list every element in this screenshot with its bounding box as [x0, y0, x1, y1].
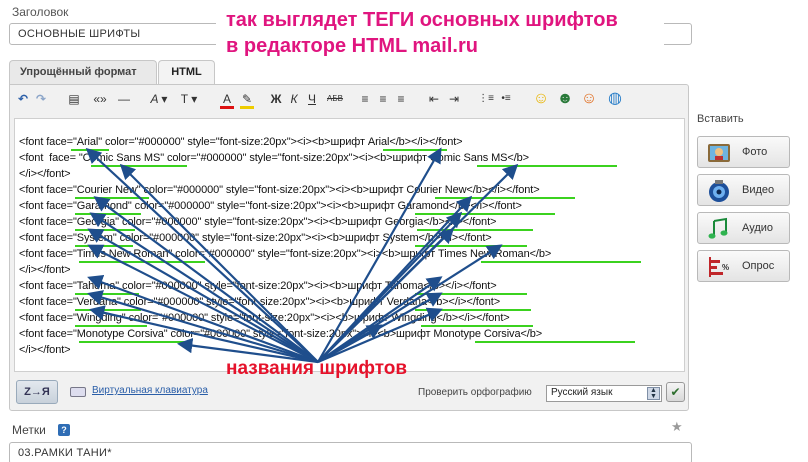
align-left-icon[interactable]: ≡	[358, 89, 372, 109]
transliterate-button[interactable]: Z→Я	[16, 380, 58, 404]
language-value: Русский язык	[551, 387, 613, 398]
code-line: <font face="Verdana" color="#000000" sty…	[19, 296, 501, 308]
align-right-icon[interactable]: ≡	[394, 89, 408, 109]
spellcheck-language-select[interactable]: Русский язык ▲ ▼	[546, 385, 662, 402]
font-name-underline	[75, 229, 135, 231]
poll-icon: %	[709, 257, 729, 277]
outdent-icon[interactable]: ⇤	[426, 89, 442, 109]
insert-audio-button[interactable]: Аудио	[697, 212, 790, 244]
font-name-underline	[91, 165, 187, 167]
font-names-caption: названия шрифтов	[226, 358, 408, 379]
code-line: </i></font>	[19, 264, 71, 276]
font-name-underline	[75, 325, 147, 327]
italic-icon[interactable]: К	[288, 89, 300, 109]
font-size-icon[interactable]: T ▾	[176, 89, 202, 109]
photo-icon	[708, 144, 730, 162]
font-name-underline	[435, 197, 575, 199]
font-name-underline	[415, 309, 531, 311]
font-name-underline	[417, 229, 533, 231]
code-line: <font face="Arial" color="#000000" style…	[19, 136, 463, 148]
code-line: </i></font>	[19, 168, 71, 180]
audio-icon	[708, 217, 728, 239]
code-line: <font face="Garamond" color="#000000" st…	[19, 200, 522, 212]
align-center-icon[interactable]: ≡	[376, 89, 390, 109]
font-name-underline	[79, 341, 191, 343]
photo-label: Фото	[742, 146, 768, 158]
numbered-list-icon[interactable]: ⋮≡	[478, 89, 494, 109]
editor-bottom-bar: Z→Я Виртуальная клавиатура Проверить орф…	[14, 379, 685, 405]
quote-icon[interactable]: «»	[90, 89, 110, 109]
code-line: <font face="Monotype Corsiva" color="#00…	[19, 328, 543, 340]
virtual-keyboard-link[interactable]: Виртуальная клавиатура	[92, 385, 208, 396]
smiley-icon[interactable]: ☺	[532, 89, 550, 109]
font-name-underline	[75, 245, 133, 247]
poll-label: Опрос	[742, 260, 775, 272]
font-name-underline	[415, 245, 527, 247]
spellcheck-label: Проверить орфографию	[418, 387, 532, 398]
font-name-underline	[477, 165, 617, 167]
audio-label: Аудио	[742, 222, 774, 234]
help-icon[interactable]: ?	[58, 424, 70, 436]
font-name-underline	[475, 341, 635, 343]
code-line: <font face= "Comic Sans MS" color="#0000…	[19, 152, 530, 164]
horizontal-rule-icon[interactable]: —	[116, 89, 132, 109]
insert-poll-button[interactable]: % Опрос	[697, 250, 790, 282]
code-line: <font face="Tahoma" color="#000000" styl…	[19, 280, 497, 292]
insert-photo-button[interactable]: Фото	[697, 136, 790, 168]
code-line: <font face="Times New Roman" color="#000…	[19, 248, 552, 260]
font-name-underline	[71, 149, 109, 151]
star-icon[interactable]: ★	[671, 419, 683, 435]
tags-label: Метки	[12, 423, 46, 437]
font-name-underline	[75, 309, 141, 311]
code-line: <font face="Wingding" color="#000000" st…	[19, 312, 510, 324]
html-code-textarea[interactable]: <font face="Arial" color="#000000" style…	[14, 118, 685, 372]
code-line: <font face="System" color="#000000" styl…	[19, 232, 492, 244]
annotation-line-2: в редакторе HTML mail.ru	[226, 35, 478, 57]
tags-input[interactable]: 03.РАМКИ ТАНИ*	[9, 442, 692, 462]
select-arrows-icon[interactable]: ▲ ▼	[647, 387, 660, 400]
underline-icon[interactable]: Ч	[306, 89, 318, 109]
insert-label: Вставить	[697, 113, 744, 125]
bold-icon[interactable]: Ж	[270, 89, 282, 109]
font-name-underline	[421, 325, 533, 327]
insert-video-button[interactable]: Видео	[697, 174, 790, 206]
code-line: <font face="Courier New" color="#000000"…	[19, 184, 540, 196]
title-label: Заголовок	[12, 5, 69, 19]
font-name-icon[interactable]: A ▾	[146, 89, 172, 109]
text-color-icon[interactable]: A	[220, 89, 234, 109]
strikethrough-icon[interactable]: АБВ	[324, 89, 346, 109]
indent-icon[interactable]: ⇥	[446, 89, 462, 109]
font-name-underline	[383, 149, 447, 151]
blog-post-editor: Заголовок ОСНОВНЫЕ ШРИФТЫ так выглядет Т…	[0, 0, 808, 462]
font-name-underline	[415, 213, 555, 215]
tab-html[interactable]: HTML	[158, 60, 215, 85]
tab-simple-format[interactable]: Упрощённый формат	[9, 60, 157, 84]
undo-icon[interactable]: ↶	[16, 89, 30, 109]
font-name-underline	[481, 261, 641, 263]
emoticons-icon[interactable]: ☺	[580, 89, 598, 109]
redo-icon[interactable]: ↷	[34, 89, 48, 109]
font-name-underline	[75, 197, 149, 199]
code-line: </i></font>	[19, 344, 71, 356]
font-name-underline	[415, 293, 527, 295]
code-line: <font face="Georgia" color="#000000" sty…	[19, 216, 497, 228]
user-icon[interactable]: ☻	[556, 89, 574, 109]
highlight-icon[interactable]: ✎	[240, 89, 254, 109]
annotation-caption: так выглядет ТЕГИ основных шрифтов в ред…	[216, 3, 664, 65]
svg-text:%: %	[722, 263, 729, 272]
font-name-underline	[75, 293, 139, 295]
paragraph-format-icon[interactable]: ▤	[66, 89, 82, 109]
annotation-line-1: так выглядет ТЕГИ основных шрифтов	[226, 9, 618, 31]
video-label: Видео	[742, 184, 775, 196]
bullet-list-icon[interactable]: •≡	[498, 89, 514, 109]
font-name-underline	[75, 213, 141, 215]
font-name-underline	[79, 261, 205, 263]
video-icon	[709, 180, 729, 202]
spellcheck-button[interactable]: ✔	[666, 382, 685, 402]
keyboard-icon[interactable]	[70, 387, 86, 397]
globe-icon[interactable]: ◍	[606, 89, 624, 109]
editor-toolbar: ↶ ↷ ▤ «» — A ▾ T ▾ A ✎ Ж К Ч АБВ ≡ ≡ ≡ ⇤…	[12, 89, 682, 111]
